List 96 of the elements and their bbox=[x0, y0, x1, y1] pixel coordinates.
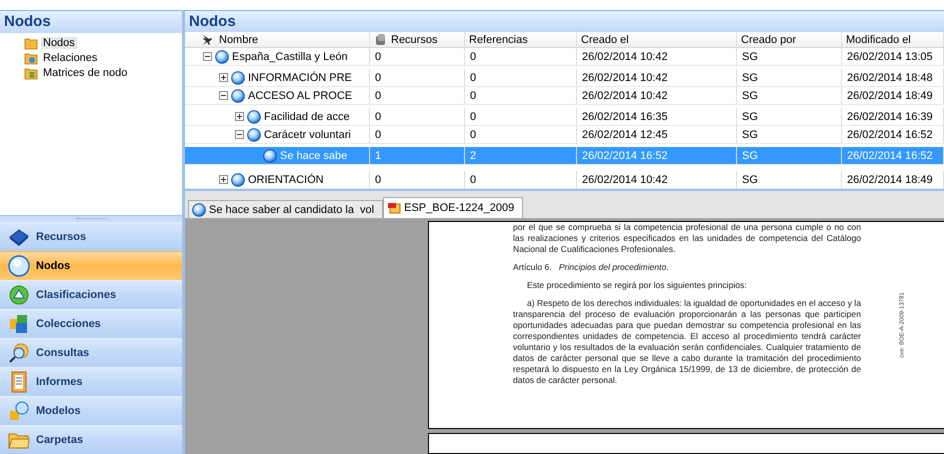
table-cell: 0 bbox=[465, 87, 577, 104]
nav-button[interactable]: Consultas bbox=[0, 338, 182, 367]
table-cell: 0 bbox=[370, 108, 465, 125]
table-cell: SG bbox=[737, 69, 842, 86]
column-header[interactable]: Creado por bbox=[737, 32, 842, 47]
nav-button[interactable]: Nodos bbox=[0, 251, 182, 280]
table-cell: SG bbox=[737, 171, 842, 188]
sphere-icon bbox=[247, 110, 261, 124]
node-name: Se hace sabe bbox=[280, 150, 348, 162]
magnifier-icon bbox=[8, 342, 30, 364]
column-header[interactable]: Nombre bbox=[185, 32, 370, 47]
sphere-icon bbox=[231, 70, 245, 84]
table-cell: 2 bbox=[465, 147, 577, 164]
table-cell: 26/02/2014 16:52 bbox=[842, 126, 944, 143]
node-name: ACCESO AL PROCE bbox=[248, 90, 352, 102]
shapes-icon bbox=[8, 400, 30, 422]
nav-button[interactable]: Modelos bbox=[0, 396, 182, 425]
sphere-icon bbox=[215, 50, 229, 64]
table-row[interactable]: Carácetr voluntari 0 0 26/02/2014 12:45 SG 26/02/2014 16:52 bbox=[185, 126, 944, 144]
node-name: Carácetr voluntari bbox=[264, 128, 351, 140]
nav-button[interactable]: Clasificaciones bbox=[0, 280, 182, 309]
table-cell: 0 bbox=[370, 69, 465, 86]
collapse-icon[interactable] bbox=[203, 52, 212, 61]
table-cell: 1 bbox=[370, 147, 465, 164]
table-cell: 26/02/2014 10:42 bbox=[577, 48, 737, 65]
pane-title: Nodos bbox=[0, 10, 182, 33]
table-row[interactable]: ORIENTACIÓN 0 0 26/02/2014 10:42 SG 26/02/2014 18:49 bbox=[185, 171, 944, 189]
pin-icon bbox=[201, 34, 215, 46]
table-cell: SG bbox=[737, 87, 842, 104]
document-tab[interactable]: Se hace saber al candidato la vol bbox=[188, 200, 384, 218]
article-heading: Artículo 6. Principios del procedimiento. bbox=[513, 262, 670, 273]
node-name: España_Castilla y León bbox=[232, 50, 348, 62]
nav-button[interactable]: Carpetas bbox=[0, 425, 182, 454]
sphere-icon bbox=[192, 202, 206, 216]
table-cell: 26/02/2014 16:52 bbox=[577, 147, 737, 164]
squares-icon bbox=[8, 313, 30, 335]
table-cell: 26/02/2014 16:35 bbox=[577, 108, 737, 125]
table-cell: 26/02/2014 18:49 bbox=[842, 171, 944, 188]
sphere-icon bbox=[231, 88, 245, 102]
nav-button[interactable]: Colecciones bbox=[0, 309, 182, 338]
expand-icon[interactable] bbox=[219, 73, 228, 82]
nav-button[interactable]: Informes bbox=[0, 367, 182, 396]
table-row[interactable]: Facilidad de acce 0 0 26/02/2014 16:35 SG 26/02/2014 16:39 bbox=[185, 108, 944, 126]
sphere-icon bbox=[247, 128, 261, 142]
sphere-icon bbox=[231, 172, 245, 186]
tree-item[interactable]: Matrices de nodo bbox=[41, 67, 130, 79]
node-name: ORIENTACIÓN bbox=[248, 174, 324, 186]
sphere-icon bbox=[263, 148, 277, 162]
expand-icon[interactable] bbox=[219, 175, 228, 184]
table-cell: SG bbox=[737, 48, 842, 65]
paragraph: Este procedimiento se regirá por los siguientes principios: bbox=[526, 280, 748, 291]
table-cell: 0 bbox=[370, 48, 465, 65]
tree-item[interactable]: Relaciones bbox=[41, 52, 100, 64]
table-cell: 26/02/2014 13:05 bbox=[842, 48, 944, 65]
table-cell: 26/02/2014 10:42 bbox=[577, 87, 737, 104]
pdf-icon bbox=[387, 202, 402, 214]
folder-icon bbox=[24, 52, 38, 64]
nav-button[interactable]: Recursos bbox=[0, 222, 182, 251]
column-header[interactable]: Modificado el bbox=[842, 32, 944, 47]
table-cell: 0 bbox=[370, 87, 465, 104]
paragraph: a) Respeto de los derechos individuales: la igualdad de oportunidades en el acceso y la transparencia del proceso de evaluación proporcionarán a las personas que participen oportunidades adecuadas para que puedan demostrar su competencia profesional en las correspondientes unidades de competencia. El acceso al procedimiento tendrá carácter voluntario y los resultados de la evaluación serán confidenciales. Cualquier tratamiento de datos de carácter personal que se lleve a cabo durante la tramitación del procedimiento respetará lo dispuesto en la Ley Orgánica 15/1999, de 13 de diciembre, de protección de datos de carácter personal. bbox=[513, 298, 861, 386]
table-cell: 0 bbox=[465, 171, 577, 188]
table-cell: 26/02/2014 16:39 bbox=[842, 108, 944, 125]
table-cell: 0 bbox=[370, 126, 465, 143]
document-tab[interactable]: ESP_BOE-1224_2009 bbox=[383, 197, 524, 218]
table-cell: 26/02/2014 16:52 bbox=[842, 147, 944, 164]
expand-icon[interactable] bbox=[235, 112, 244, 121]
table-cell: 26/02/2014 10:42 bbox=[577, 171, 737, 188]
table-cell: 26/02/2014 12:45 bbox=[577, 126, 737, 143]
table-cell: 0 bbox=[465, 126, 577, 143]
table-cell: 0 bbox=[465, 69, 577, 86]
table-cell: 26/02/2014 10:42 bbox=[577, 69, 737, 86]
paragraph: por el que se comprueba si la competencia profesional de una persona cumple o no con las realizaciones y criterios especificados en las unidades de competencia del Catálogo Nacional de Cualificaciones Profesionales. bbox=[513, 222, 861, 255]
table-row[interactable]: INFORMACIÓN PRE 0 0 26/02/2014 10:42 SG 26/02/2014 18:48 bbox=[185, 69, 944, 87]
table-cell: 0 bbox=[465, 48, 577, 65]
column-header[interactable]: Referencias bbox=[465, 32, 577, 47]
table-cell: 26/02/2014 18:48 bbox=[842, 69, 944, 86]
table-row[interactable]: ACCESO AL PROCE 0 0 26/02/2014 10:42 SG 26/02/2014 18:49 bbox=[185, 87, 944, 105]
table-cell: SG bbox=[737, 108, 842, 125]
folder-icon bbox=[24, 66, 38, 80]
sphere-icon bbox=[8, 255, 30, 277]
column-header[interactable]: Creado el bbox=[577, 32, 737, 47]
collapse-icon[interactable] bbox=[235, 130, 244, 139]
table-row[interactable]: España_Castilla y León 0 0 26/02/2014 10:42 SG 26/02/2014 13:05 bbox=[185, 48, 944, 66]
pane-title: Nodos bbox=[185, 10, 944, 32]
column-header[interactable]: Recursos bbox=[370, 32, 465, 47]
table-cell: SG bbox=[737, 147, 842, 164]
stack-icon bbox=[374, 33, 387, 46]
node-name: Facilidad de acce bbox=[264, 110, 350, 122]
collapse-icon[interactable] bbox=[219, 91, 228, 100]
tree-item[interactable]: Nodos bbox=[41, 37, 77, 49]
table-cell: SG bbox=[737, 126, 842, 143]
table-cell: 26/02/2014 18:49 bbox=[842, 87, 944, 104]
node-name: INFORMACIÓN PRE bbox=[248, 72, 352, 84]
table-cell: 0 bbox=[370, 171, 465, 188]
table-cell: 0 bbox=[465, 108, 577, 125]
